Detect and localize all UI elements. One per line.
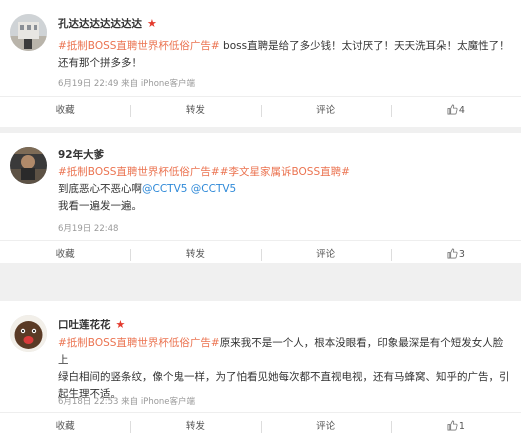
avatar[interactable] bbox=[10, 315, 47, 352]
avatar[interactable] bbox=[10, 14, 47, 51]
like-button[interactable]: 3 bbox=[390, 241, 521, 269]
collect-button[interactable]: 收藏 bbox=[0, 413, 130, 441]
star-icon: ★ bbox=[115, 318, 126, 331]
like-count: 1 bbox=[458, 421, 465, 432]
post-text: #抵制BOSS直聘世界杯低俗广告#原来我不是一个人，根本没眼看，印象最深是有个短… bbox=[58, 337, 510, 400]
comment-button[interactable]: 评论 bbox=[260, 97, 391, 125]
like-count: 3 bbox=[458, 249, 465, 260]
mention-link[interactable]: @CCTV5 bbox=[191, 183, 236, 195]
post-meta[interactable]: 6月19日 22:48 bbox=[58, 222, 118, 234]
topic-link[interactable]: #抵制BOSS直聘世界杯低俗广告# bbox=[58, 166, 220, 178]
repost-button[interactable]: 转发 bbox=[130, 97, 260, 125]
action-bar: 收藏 转发 评论 1 bbox=[0, 412, 521, 441]
topic-link[interactable]: #抵制BOSS直聘世界杯低俗广告# bbox=[58, 337, 220, 349]
post-meta[interactable]: 6月19日 22:49 来自 iPhone客户端 bbox=[58, 77, 195, 89]
username[interactable]: 孔达达达达达达达 ★ bbox=[58, 16, 157, 31]
like-button[interactable]: 1 bbox=[390, 413, 521, 441]
mention-link[interactable]: @CCTV5 bbox=[142, 183, 187, 195]
post-card-3: 口吐莲花花 ★ #抵制BOSS直聘世界杯低俗广告#原来我不是一个人，根本没眼看，印… bbox=[0, 301, 521, 445]
thumbs-up-icon bbox=[447, 104, 458, 115]
action-bar: 收藏 转发 评论 4 bbox=[0, 96, 521, 125]
topic-link[interactable]: #李文星家属诉BOSS直聘# bbox=[220, 166, 350, 178]
comment-button[interactable]: 评论 bbox=[260, 413, 391, 441]
like-count: 4 bbox=[458, 105, 465, 116]
post-card-1: 孔达达达达达达达 ★ #抵制BOSS直聘世界杯低俗广告# boss直聘是给了多少钱… bbox=[0, 0, 521, 127]
username[interactable]: 口吐莲花花 ★ bbox=[58, 317, 125, 332]
thumbs-up-icon bbox=[447, 420, 458, 431]
thumbs-up-icon bbox=[447, 248, 458, 259]
collect-button[interactable]: 收藏 bbox=[0, 241, 130, 269]
post-card-2: 92年大爹 #抵制BOSS直聘世界杯低俗广告##李文星家属诉BOSS直聘# 到底… bbox=[0, 133, 521, 263]
post-text: #抵制BOSS直聘世界杯低俗广告##李文星家属诉BOSS直聘# 到底恶心不恶心啊… bbox=[58, 166, 350, 212]
repost-button[interactable]: 转发 bbox=[130, 413, 260, 441]
username[interactable]: 92年大爹 bbox=[58, 147, 104, 162]
comment-button[interactable]: 评论 bbox=[260, 241, 391, 269]
action-bar: 收藏 转发 评论 3 bbox=[0, 240, 521, 269]
like-button[interactable]: 4 bbox=[390, 97, 521, 125]
post-meta[interactable]: 6月18日 22:53 来自 iPhone客户端 bbox=[58, 395, 195, 407]
post-text: #抵制BOSS直聘世界杯低俗广告# boss直聘是给了多少钱！太讨厌了！天天洗耳… bbox=[58, 40, 510, 69]
topic-link[interactable]: #抵制BOSS直聘世界杯低俗广告# bbox=[58, 40, 220, 52]
collect-button[interactable]: 收藏 bbox=[0, 97, 130, 125]
repost-button[interactable]: 转发 bbox=[130, 241, 260, 269]
star-icon: ★ bbox=[147, 17, 157, 30]
avatar[interactable] bbox=[10, 147, 47, 184]
